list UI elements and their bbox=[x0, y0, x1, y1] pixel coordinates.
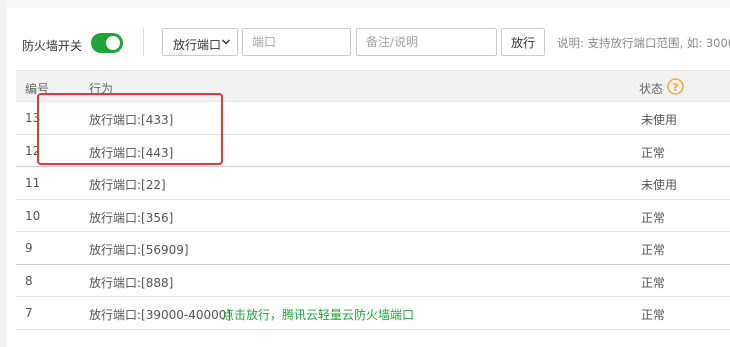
row-action: 放行端口:[56909] bbox=[89, 243, 189, 257]
port-input[interactable] bbox=[242, 28, 351, 56]
firewall-switch-label: 防火墙开关 bbox=[22, 39, 83, 53]
firewall-toolbar: 防火墙开关 放行端口 放行 说明: 支持放行端口范围, 如: 3000 bbox=[0, 24, 730, 60]
row-id: 10 bbox=[25, 208, 41, 223]
row-status: 未使用 bbox=[641, 178, 678, 192]
row-status: 正常 bbox=[641, 275, 666, 290]
allow-button[interactable]: 放行 bbox=[501, 28, 545, 56]
row-status: 未使用 bbox=[641, 113, 678, 127]
row-status: 正常 bbox=[641, 210, 666, 225]
hint-text: 说明: 支持放行端口范围, 如: 3000 bbox=[557, 36, 730, 50]
row-id: 9 bbox=[25, 241, 33, 255]
row-status: 正常 bbox=[641, 243, 666, 257]
note-input[interactable] bbox=[356, 28, 497, 56]
table-row: 8 放行端口:[888] 正常 bbox=[16, 265, 730, 297]
row-action: 放行端口:[356] bbox=[89, 210, 174, 225]
rule-type-select[interactable]: 放行端口 bbox=[162, 28, 238, 56]
top-strip bbox=[0, 0, 730, 8]
toggle-knob bbox=[106, 36, 120, 50]
row-id: 11 bbox=[25, 176, 41, 190]
firewall-toggle[interactable] bbox=[91, 33, 123, 53]
row-status: 正常 bbox=[641, 308, 666, 322]
help-icon[interactable]: ? bbox=[667, 78, 684, 95]
row-action: 放行端口:[22] bbox=[89, 178, 166, 192]
table-row: 7 放行端口:[39000-40000] 点击放行，腾讯云轻量云防火墙端口 正常 bbox=[16, 297, 730, 330]
chevron-down-icon bbox=[221, 39, 231, 45]
row-id: 7 bbox=[25, 306, 33, 320]
table-row: 11 放行端口:[22] 未使用 bbox=[16, 167, 730, 200]
table-row: 10 放行端口:[356] 正常 bbox=[16, 200, 730, 232]
annotation-highlight-box bbox=[37, 93, 223, 165]
column-header-status: 状态 bbox=[639, 82, 664, 96]
row-status: 正常 bbox=[641, 145, 666, 160]
svg-text:?: ? bbox=[673, 83, 679, 94]
divider bbox=[143, 28, 144, 56]
row-id: 8 bbox=[25, 273, 33, 288]
rule-type-value: 放行端口 bbox=[173, 38, 222, 52]
table-row: 9 放行端口:[56909] 正常 bbox=[16, 232, 730, 265]
row-action: 放行端口:[39000-40000] bbox=[89, 308, 232, 322]
row-action: 放行端口:[888] bbox=[89, 275, 174, 290]
row-action-link[interactable]: 点击放行，腾讯云轻量云防火墙端口 bbox=[222, 306, 414, 323]
